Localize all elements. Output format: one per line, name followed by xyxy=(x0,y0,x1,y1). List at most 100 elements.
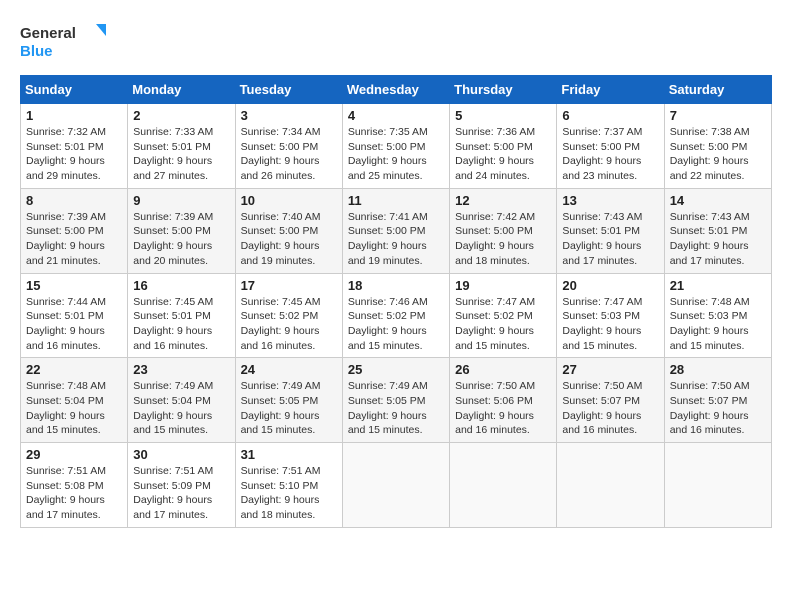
day-info: Sunrise: 7:44 AMSunset: 5:01 PMDaylight:… xyxy=(26,296,106,352)
calendar-day-cell: 28 Sunrise: 7:50 AMSunset: 5:07 PMDaylig… xyxy=(664,358,771,443)
calendar-day-cell: 18 Sunrise: 7:46 AMSunset: 5:02 PMDaylig… xyxy=(342,273,449,358)
day-number: 25 xyxy=(348,362,444,377)
day-number: 28 xyxy=(670,362,766,377)
day-number: 27 xyxy=(562,362,658,377)
day-number: 21 xyxy=(670,278,766,293)
day-info: Sunrise: 7:49 AMSunset: 5:04 PMDaylight:… xyxy=(133,380,213,436)
calendar-week-row: 29 Sunrise: 7:51 AMSunset: 5:08 PMDaylig… xyxy=(21,443,772,528)
day-info: Sunrise: 7:34 AMSunset: 5:00 PMDaylight:… xyxy=(241,126,321,182)
day-info: Sunrise: 7:39 AMSunset: 5:00 PMDaylight:… xyxy=(26,211,106,267)
day-of-week-header: Monday xyxy=(128,76,235,104)
svg-text:General: General xyxy=(20,25,76,42)
day-info: Sunrise: 7:41 AMSunset: 5:00 PMDaylight:… xyxy=(348,211,428,267)
logo-svg: General Blue xyxy=(20,20,110,65)
day-number: 31 xyxy=(241,447,337,462)
day-info: Sunrise: 7:49 AMSunset: 5:05 PMDaylight:… xyxy=(348,380,428,436)
day-info: Sunrise: 7:48 AMSunset: 5:03 PMDaylight:… xyxy=(670,296,750,352)
empty-cell xyxy=(450,443,557,528)
day-info: Sunrise: 7:43 AMSunset: 5:01 PMDaylight:… xyxy=(562,211,642,267)
day-number: 26 xyxy=(455,362,551,377)
calendar-day-cell: 2 Sunrise: 7:33 AMSunset: 5:01 PMDayligh… xyxy=(128,104,235,189)
day-number: 16 xyxy=(133,278,229,293)
day-info: Sunrise: 7:32 AMSunset: 5:01 PMDaylight:… xyxy=(26,126,106,182)
day-info: Sunrise: 7:36 AMSunset: 5:00 PMDaylight:… xyxy=(455,126,535,182)
day-number: 3 xyxy=(241,108,337,123)
calendar-day-cell: 8 Sunrise: 7:39 AMSunset: 5:00 PMDayligh… xyxy=(21,188,128,273)
logo: General Blue xyxy=(20,20,110,65)
day-number: 2 xyxy=(133,108,229,123)
day-number: 9 xyxy=(133,193,229,208)
day-info: Sunrise: 7:50 AMSunset: 5:07 PMDaylight:… xyxy=(562,380,642,436)
page-header: General Blue xyxy=(20,20,772,65)
day-of-week-header: Saturday xyxy=(664,76,771,104)
day-info: Sunrise: 7:46 AMSunset: 5:02 PMDaylight:… xyxy=(348,296,428,352)
day-info: Sunrise: 7:37 AMSunset: 5:00 PMDaylight:… xyxy=(562,126,642,182)
day-info: Sunrise: 7:51 AMSunset: 5:09 PMDaylight:… xyxy=(133,465,213,521)
calendar-day-cell: 3 Sunrise: 7:34 AMSunset: 5:00 PMDayligh… xyxy=(235,104,342,189)
day-info: Sunrise: 7:38 AMSunset: 5:00 PMDaylight:… xyxy=(670,126,750,182)
calendar-day-cell: 29 Sunrise: 7:51 AMSunset: 5:08 PMDaylig… xyxy=(21,443,128,528)
day-number: 11 xyxy=(348,193,444,208)
calendar-day-cell: 21 Sunrise: 7:48 AMSunset: 5:03 PMDaylig… xyxy=(664,273,771,358)
calendar-day-cell: 6 Sunrise: 7:37 AMSunset: 5:00 PMDayligh… xyxy=(557,104,664,189)
day-number: 12 xyxy=(455,193,551,208)
day-info: Sunrise: 7:47 AMSunset: 5:03 PMDaylight:… xyxy=(562,296,642,352)
calendar-day-cell: 16 Sunrise: 7:45 AMSunset: 5:01 PMDaylig… xyxy=(128,273,235,358)
day-number: 1 xyxy=(26,108,122,123)
day-of-week-header: Wednesday xyxy=(342,76,449,104)
calendar-day-cell: 4 Sunrise: 7:35 AMSunset: 5:00 PMDayligh… xyxy=(342,104,449,189)
day-info: Sunrise: 7:47 AMSunset: 5:02 PMDaylight:… xyxy=(455,296,535,352)
day-info: Sunrise: 7:42 AMSunset: 5:00 PMDaylight:… xyxy=(455,211,535,267)
day-info: Sunrise: 7:45 AMSunset: 5:01 PMDaylight:… xyxy=(133,296,213,352)
calendar-day-cell: 13 Sunrise: 7:43 AMSunset: 5:01 PMDaylig… xyxy=(557,188,664,273)
day-number: 5 xyxy=(455,108,551,123)
day-number: 24 xyxy=(241,362,337,377)
calendar-day-cell: 25 Sunrise: 7:49 AMSunset: 5:05 PMDaylig… xyxy=(342,358,449,443)
day-info: Sunrise: 7:50 AMSunset: 5:06 PMDaylight:… xyxy=(455,380,535,436)
day-info: Sunrise: 7:48 AMSunset: 5:04 PMDaylight:… xyxy=(26,380,106,436)
empty-cell xyxy=(557,443,664,528)
day-of-week-header: Sunday xyxy=(21,76,128,104)
day-info: Sunrise: 7:39 AMSunset: 5:00 PMDaylight:… xyxy=(133,211,213,267)
day-number: 7 xyxy=(670,108,766,123)
calendar-day-cell: 31 Sunrise: 7:51 AMSunset: 5:10 PMDaylig… xyxy=(235,443,342,528)
calendar-day-cell: 11 Sunrise: 7:41 AMSunset: 5:00 PMDaylig… xyxy=(342,188,449,273)
day-number: 10 xyxy=(241,193,337,208)
day-info: Sunrise: 7:45 AMSunset: 5:02 PMDaylight:… xyxy=(241,296,321,352)
calendar-table: SundayMondayTuesdayWednesdayThursdayFrid… xyxy=(20,75,772,528)
day-number: 29 xyxy=(26,447,122,462)
day-info: Sunrise: 7:51 AMSunset: 5:10 PMDaylight:… xyxy=(241,465,321,521)
calendar-day-cell: 24 Sunrise: 7:49 AMSunset: 5:05 PMDaylig… xyxy=(235,358,342,443)
calendar-day-cell: 30 Sunrise: 7:51 AMSunset: 5:09 PMDaylig… xyxy=(128,443,235,528)
calendar-day-cell: 1 Sunrise: 7:32 AMSunset: 5:01 PMDayligh… xyxy=(21,104,128,189)
calendar-header-row: SundayMondayTuesdayWednesdayThursdayFrid… xyxy=(21,76,772,104)
calendar-day-cell: 9 Sunrise: 7:39 AMSunset: 5:00 PMDayligh… xyxy=(128,188,235,273)
calendar-day-cell: 7 Sunrise: 7:38 AMSunset: 5:00 PMDayligh… xyxy=(664,104,771,189)
day-of-week-header: Tuesday xyxy=(235,76,342,104)
day-number: 8 xyxy=(26,193,122,208)
calendar-day-cell: 5 Sunrise: 7:36 AMSunset: 5:00 PMDayligh… xyxy=(450,104,557,189)
empty-cell xyxy=(342,443,449,528)
day-number: 23 xyxy=(133,362,229,377)
day-number: 22 xyxy=(26,362,122,377)
calendar-day-cell: 17 Sunrise: 7:45 AMSunset: 5:02 PMDaylig… xyxy=(235,273,342,358)
day-number: 19 xyxy=(455,278,551,293)
calendar-week-row: 1 Sunrise: 7:32 AMSunset: 5:01 PMDayligh… xyxy=(21,104,772,189)
calendar-week-row: 15 Sunrise: 7:44 AMSunset: 5:01 PMDaylig… xyxy=(21,273,772,358)
day-info: Sunrise: 7:33 AMSunset: 5:01 PMDaylight:… xyxy=(133,126,213,182)
day-number: 18 xyxy=(348,278,444,293)
day-info: Sunrise: 7:35 AMSunset: 5:00 PMDaylight:… xyxy=(348,126,428,182)
day-number: 4 xyxy=(348,108,444,123)
day-number: 6 xyxy=(562,108,658,123)
day-info: Sunrise: 7:43 AMSunset: 5:01 PMDaylight:… xyxy=(670,211,750,267)
calendar-day-cell: 26 Sunrise: 7:50 AMSunset: 5:06 PMDaylig… xyxy=(450,358,557,443)
day-number: 30 xyxy=(133,447,229,462)
calendar-day-cell: 22 Sunrise: 7:48 AMSunset: 5:04 PMDaylig… xyxy=(21,358,128,443)
day-of-week-header: Thursday xyxy=(450,76,557,104)
day-number: 13 xyxy=(562,193,658,208)
day-number: 14 xyxy=(670,193,766,208)
calendar-day-cell: 10 Sunrise: 7:40 AMSunset: 5:00 PMDaylig… xyxy=(235,188,342,273)
day-info: Sunrise: 7:40 AMSunset: 5:00 PMDaylight:… xyxy=(241,211,321,267)
svg-text:Blue: Blue xyxy=(20,43,53,60)
calendar-day-cell: 14 Sunrise: 7:43 AMSunset: 5:01 PMDaylig… xyxy=(664,188,771,273)
